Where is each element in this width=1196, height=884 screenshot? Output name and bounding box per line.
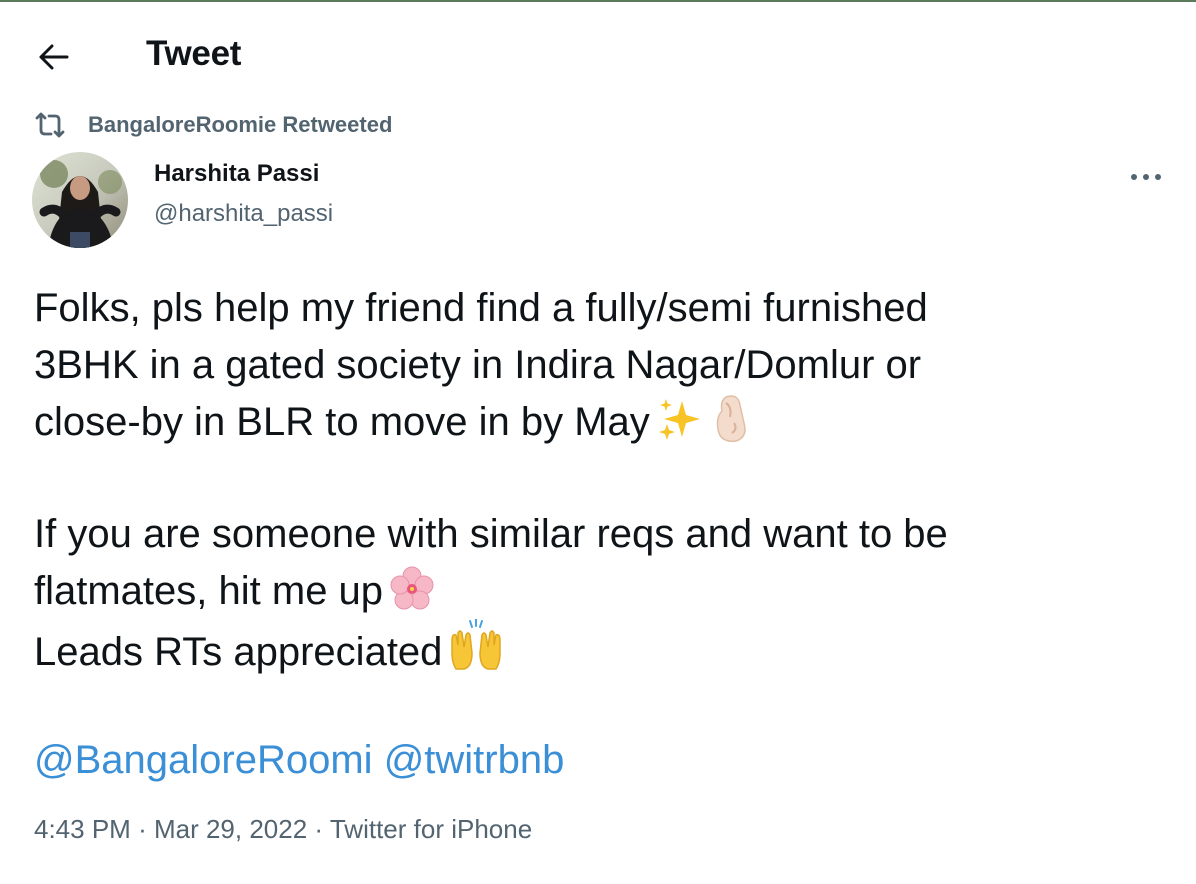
author-handle[interactable]: @harshita_passi [154, 200, 333, 228]
tweet-page: Tweet BangaloreRoomie Retweeted Harshita… [0, 0, 1196, 884]
more-horizontal-icon [1131, 174, 1161, 180]
tweet-time[interactable]: 4:43 PM [34, 814, 131, 844]
meta-separator: · [314, 814, 324, 844]
tweet-line-text: close-by in BLR to move in by May [34, 400, 650, 444]
pinched-fingers-emoji [708, 393, 758, 459]
mention-link[interactable]: @BangaloreRoomi [34, 738, 373, 782]
retweet-context[interactable]: BangaloreRoomie Retweeted [32, 108, 392, 142]
avatar[interactable] [32, 152, 128, 248]
back-button[interactable] [32, 37, 76, 77]
retweet-context-label: BangaloreRoomie Retweeted [88, 112, 393, 137]
raising-hands-emoji [448, 618, 504, 689]
retweet-icon [32, 109, 68, 141]
tweet-line-text: Leads RTs appreciated [34, 630, 443, 674]
author-name[interactable]: Harshita Passi [154, 160, 319, 188]
mention-link[interactable]: @twitrbnb [384, 738, 565, 782]
tweet-line: If you are someone with similar reqs and… [34, 512, 948, 556]
tweet-line: Leads RTs appreciated [34, 618, 1154, 676]
tweet-mentions: @BangaloreRoomi @twitrbnb [34, 732, 1154, 789]
tweet-line: Folks, pls help my friend find a fully/s… [34, 286, 928, 330]
more-options-button[interactable] [1124, 160, 1168, 194]
tweet-line-text: flatmates, hit me up [34, 568, 384, 613]
tweet-line: flatmates, hit me up [34, 563, 1154, 620]
tweet-line: 3BHK in a gated society in Indira Nagar/… [34, 342, 922, 387]
meta-separator: · [138, 814, 147, 844]
tweet-meta: 4:43 PM · Mar 29, 2022 · Twitter for iPh… [34, 814, 532, 845]
tweet-source[interactable]: Twitter for iPhone [330, 814, 532, 844]
header: Tweet [0, 20, 1196, 90]
tweet-text: Folks, pls help my friend find a fully/s… [34, 280, 1154, 789]
sparkles-emoji [656, 397, 702, 459]
tweet-date[interactable]: Mar 29, 2022 [154, 814, 307, 844]
cherry-blossom-emoji [389, 566, 435, 628]
tweet-line: close-by in BLR to move in by May [34, 393, 1154, 450]
page-title: Tweet [146, 34, 242, 73]
arrow-left-icon [39, 44, 69, 70]
